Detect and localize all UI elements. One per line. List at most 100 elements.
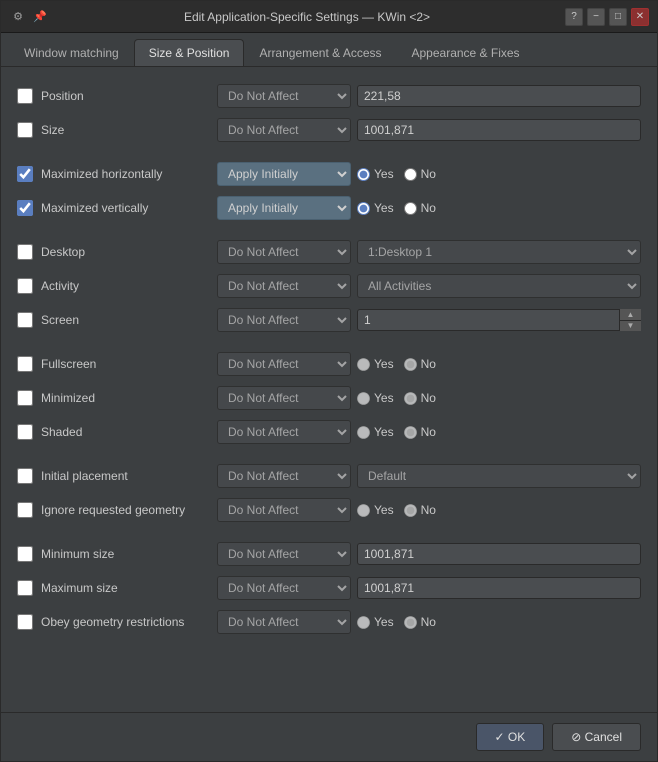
row-maximized-h: Maximized horizontally Apply Initially Y… [17, 157, 641, 191]
max-v-no-radio[interactable] [404, 202, 417, 215]
activity-dropdown[interactable]: Do Not Affect [217, 274, 351, 298]
tab-size-position[interactable]: Size & Position [134, 39, 245, 66]
max-h-no-label[interactable]: No [404, 167, 436, 181]
minimized-no-radio[interactable] [404, 392, 417, 405]
shaded-no-radio[interactable] [404, 426, 417, 439]
ignore-geometry-no-radio[interactable] [404, 504, 417, 517]
max-v-label: Maximized vertically [41, 201, 148, 215]
help-button[interactable]: ? [565, 8, 583, 26]
size-checkbox[interactable] [17, 122, 33, 138]
tab-arrangement-access[interactable]: Arrangement & Access [244, 39, 396, 66]
ignore-geometry-yes-radio[interactable] [357, 504, 370, 517]
separator-3 [17, 337, 641, 347]
size-label-area: Size [17, 122, 217, 138]
ignore-geometry-yes-label[interactable]: Yes [357, 503, 394, 517]
max-v-checkbox[interactable] [17, 200, 33, 216]
obey-geometry-no-label[interactable]: No [404, 615, 436, 629]
fullscreen-no-radio[interactable] [404, 358, 417, 371]
position-dropdown[interactable]: Do Not Affect [217, 84, 351, 108]
obey-geometry-no-radio[interactable] [404, 616, 417, 629]
shaded-yes-radio[interactable] [357, 426, 370, 439]
position-input[interactable] [357, 85, 641, 107]
max-h-yes-radio[interactable] [357, 168, 370, 181]
position-value [357, 85, 641, 107]
fullscreen-dropdown[interactable]: Do Not Affect [217, 352, 351, 376]
max-v-yes-radio[interactable] [357, 202, 370, 215]
screen-dropdown[interactable]: Do Not Affect [217, 308, 351, 332]
max-h-value: Yes No [357, 167, 641, 181]
minimized-dropdown[interactable]: Do Not Affect [217, 386, 351, 410]
screen-spinbox-down[interactable]: ▼ [620, 321, 641, 332]
minimum-size-dropdown[interactable]: Do Not Affect [217, 542, 351, 566]
fullscreen-no-label[interactable]: No [404, 357, 436, 371]
separator-4 [17, 449, 641, 459]
size-input[interactable] [357, 119, 641, 141]
max-v-no-label[interactable]: No [404, 201, 436, 215]
minimized-value: Yes No [357, 391, 641, 405]
screen-checkbox[interactable] [17, 312, 33, 328]
minimum-size-checkbox[interactable] [17, 546, 33, 562]
shaded-dropdown[interactable]: Do Not Affect [217, 420, 351, 444]
close-button[interactable]: ✕ [631, 8, 649, 26]
obey-geometry-label-area: Obey geometry restrictions [17, 614, 217, 630]
max-h-dropdown[interactable]: Apply Initially [217, 162, 351, 186]
max-h-yes-label[interactable]: Yes [357, 167, 394, 181]
screen-spinbox-up[interactable]: ▲ [620, 309, 641, 321]
ignore-geometry-no-label[interactable]: No [404, 503, 436, 517]
max-v-yes-label[interactable]: Yes [357, 201, 394, 215]
separator-5 [17, 527, 641, 537]
minimized-yes-radio[interactable] [357, 392, 370, 405]
cancel-button[interactable]: ⊘ Cancel [552, 723, 641, 751]
shaded-yes-label[interactable]: Yes [357, 425, 394, 439]
obey-geometry-yes-label[interactable]: Yes [357, 615, 394, 629]
desktop-select[interactable]: 1:Desktop 1 [357, 240, 641, 264]
size-label: Size [41, 123, 64, 137]
max-h-checkbox[interactable] [17, 166, 33, 182]
fullscreen-yes-label[interactable]: Yes [357, 357, 394, 371]
ok-button[interactable]: ✓ OK [476, 723, 545, 751]
initial-placement-dropdown[interactable]: Do Not Affect [217, 464, 351, 488]
activity-select[interactable]: All Activities [357, 274, 641, 298]
ignore-geometry-dropdown[interactable]: Do Not Affect [217, 498, 351, 522]
tab-appearance-fixes[interactable]: Appearance & Fixes [397, 39, 535, 66]
maximum-size-input[interactable] [357, 577, 641, 599]
desktop-checkbox[interactable] [17, 244, 33, 260]
minimized-yes-label[interactable]: Yes [357, 391, 394, 405]
obey-geometry-yes-text: Yes [374, 615, 394, 629]
minimized-no-label[interactable]: No [404, 391, 436, 405]
desktop-dropdown-wrapper: Do Not Affect [217, 240, 351, 264]
size-dropdown[interactable]: Do Not Affect [217, 118, 351, 142]
fullscreen-yes-radio[interactable] [357, 358, 370, 371]
initial-placement-dropdown-wrapper: Do Not Affect [217, 464, 351, 488]
shaded-checkbox[interactable] [17, 424, 33, 440]
obey-geometry-yes-radio[interactable] [357, 616, 370, 629]
screen-spinbox-input[interactable] [357, 309, 641, 331]
minimize-button[interactable]: − [587, 8, 605, 26]
max-h-label: Maximized horizontally [41, 167, 162, 181]
max-v-value: Yes No [357, 201, 641, 215]
max-v-dropdown[interactable]: Apply Initially [217, 196, 351, 220]
tab-window-matching[interactable]: Window matching [9, 39, 134, 66]
tab-bar: Window matching Size & Position Arrangem… [1, 33, 657, 67]
max-v-dropdown-wrapper: Apply Initially [217, 196, 351, 220]
minimized-checkbox[interactable] [17, 390, 33, 406]
maximum-size-checkbox[interactable] [17, 580, 33, 596]
obey-geometry-checkbox[interactable] [17, 614, 33, 630]
fullscreen-checkbox[interactable] [17, 356, 33, 372]
position-label-area: Position [17, 88, 217, 104]
activity-value: All Activities [357, 274, 641, 298]
ignore-geometry-checkbox[interactable] [17, 502, 33, 518]
initial-placement-checkbox[interactable] [17, 468, 33, 484]
shaded-no-label[interactable]: No [404, 425, 436, 439]
activity-checkbox[interactable] [17, 278, 33, 294]
obey-geometry-label: Obey geometry restrictions [41, 615, 184, 629]
maximize-button[interactable]: □ [609, 8, 627, 26]
obey-geometry-dropdown[interactable]: Do Not Affect [217, 610, 351, 634]
maximum-size-dropdown[interactable]: Do Not Affect [217, 576, 351, 600]
position-checkbox[interactable] [17, 88, 33, 104]
row-fullscreen: Fullscreen Do Not Affect Yes No [17, 347, 641, 381]
desktop-dropdown[interactable]: Do Not Affect [217, 240, 351, 264]
initial-placement-select[interactable]: Default [357, 464, 641, 488]
minimum-size-input[interactable] [357, 543, 641, 565]
max-h-no-radio[interactable] [404, 168, 417, 181]
